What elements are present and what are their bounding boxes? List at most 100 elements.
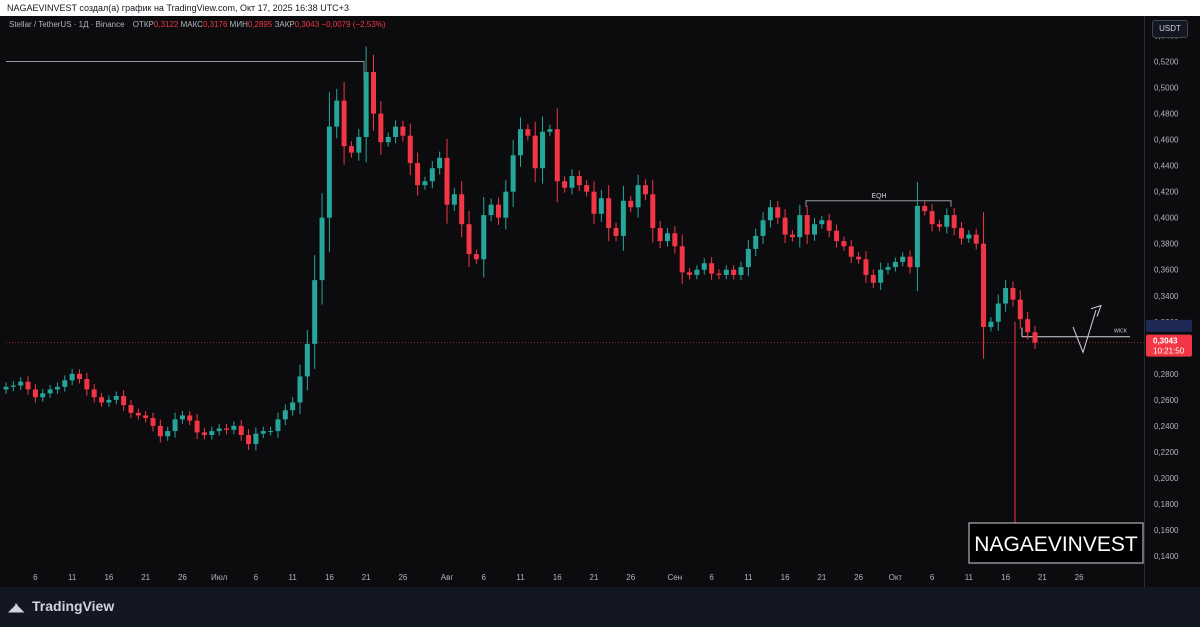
time-tick-label: Июл [211, 573, 228, 582]
candle-body [562, 181, 568, 188]
tradingview-logo[interactable]: ◢◣ TradingView [8, 598, 114, 614]
candle-body [385, 137, 391, 143]
price-label-countdown: 10:21:50 [1153, 347, 1185, 356]
candle-body [584, 185, 590, 192]
symbol-name: Stellar / TetherUS · 1Д · Binance [9, 20, 125, 29]
candle-body [900, 256, 906, 262]
price-tick-label: 0,4400 [1154, 162, 1179, 171]
eqh-line [805, 200, 952, 207]
candle-body [914, 205, 920, 268]
candle-body [1003, 287, 1009, 304]
candle-body [936, 224, 942, 227]
candle-body [995, 303, 1001, 322]
candle-body [826, 220, 832, 231]
candle-body [503, 191, 509, 218]
candle-body [532, 135, 538, 169]
candle-body [540, 131, 546, 169]
candle-body [393, 126, 399, 138]
candle-body [812, 224, 817, 235]
time-tick-label: 6 [930, 573, 935, 582]
candle-body [348, 146, 354, 153]
time-tick-label: 26 [626, 573, 635, 582]
price-tick-label: 0,2600 [1154, 396, 1179, 405]
candle-body [870, 274, 876, 283]
candle-body [150, 418, 156, 426]
candlestick-chart[interactable]: 0,54000,52000,50000,48000,46000,44000,42… [0, 0, 1200, 587]
symbol-legend[interactable]: Stellar / TetherUS · 1Д · Binance ОТКР0,… [9, 20, 385, 29]
candle-body [378, 113, 384, 143]
candle-body [709, 263, 715, 274]
candle-body [767, 207, 773, 221]
time-tick-label: 6 [709, 573, 714, 582]
time-tick-label: 11 [744, 573, 753, 582]
price-tick-label: 0,5000 [1154, 84, 1179, 93]
price-tick-label: 0,3400 [1154, 292, 1179, 301]
price-tick-label: 0,2000 [1154, 474, 1179, 483]
candle-body [620, 200, 626, 236]
price-axis[interactable]: 0,54000,52000,50000,48000,46000,44000,42… [1154, 32, 1179, 561]
time-tick-label: Окт [889, 573, 903, 582]
candle-body [54, 386, 60, 390]
candle-body [415, 163, 421, 186]
candle-body [657, 228, 663, 242]
time-tick-label: 16 [1001, 573, 1010, 582]
candle-body [856, 256, 862, 260]
candle-body [834, 230, 840, 242]
candle-body [518, 129, 523, 156]
price-tick-label: 0,2400 [1154, 422, 1179, 431]
candle-body [194, 420, 200, 433]
low-value: 0,2895 [247, 20, 273, 29]
candle-body [179, 415, 185, 420]
time-tick-label: 16 [781, 573, 790, 582]
candle-body [363, 71, 369, 138]
close-label: ЗАКР [274, 20, 295, 29]
candle-body [591, 191, 597, 214]
price-tick-label: 0,1800 [1154, 500, 1179, 509]
candle-body [495, 204, 501, 218]
candle-body [679, 246, 685, 273]
candle-body [113, 395, 119, 400]
candle-body [32, 389, 38, 398]
time-tick-label: 26 [854, 573, 863, 582]
candle-body [981, 243, 987, 327]
candle-body [473, 254, 479, 260]
candle-body [143, 415, 149, 419]
candle-body [731, 269, 737, 275]
candle-body [1017, 299, 1023, 320]
candle-body [304, 343, 310, 377]
candle-body [665, 233, 670, 242]
time-axis[interactable]: 6 11 16 21 26 Июл 6 11 16 21 26 Авг 6 11 16 21 26 Сен 6 11 1… [33, 573, 1084, 582]
time-tick-label: Сен [668, 573, 683, 582]
candle-body [121, 395, 127, 406]
candle-body [91, 389, 97, 398]
time-tick-label: 6 [33, 573, 38, 582]
price-tick-label: 0,2800 [1154, 370, 1179, 379]
candle-body [356, 137, 362, 153]
candle-body [62, 380, 68, 387]
candle-body [488, 204, 494, 216]
candle-body [444, 157, 450, 205]
candle-body [371, 71, 376, 114]
candle-body [694, 269, 700, 275]
time-tick-label: 26 [398, 573, 407, 582]
time-tick-label: 11 [68, 573, 77, 582]
candle-body [275, 419, 281, 432]
crosshair-price-box [1146, 319, 1192, 332]
time-tick-label: 21 [590, 573, 599, 582]
open-value: 0,3122 [153, 20, 179, 29]
candle-body [966, 234, 972, 239]
candle-body [782, 217, 788, 235]
time-tick-label: 21 [1038, 573, 1047, 582]
candle-body [10, 385, 16, 387]
candle-body [18, 381, 24, 386]
candle-body [628, 200, 634, 208]
candle-body [878, 269, 884, 283]
candle-body [1010, 287, 1016, 300]
resistance-line [6, 61, 365, 82]
drawings: EQH WICK [6, 61, 1130, 524]
candle-body [334, 100, 340, 127]
candle-body [929, 211, 935, 225]
time-tick-label: 11 [965, 573, 974, 582]
eqh-label: EQH [871, 193, 886, 200]
currency-button[interactable]: USDT [1152, 20, 1188, 38]
